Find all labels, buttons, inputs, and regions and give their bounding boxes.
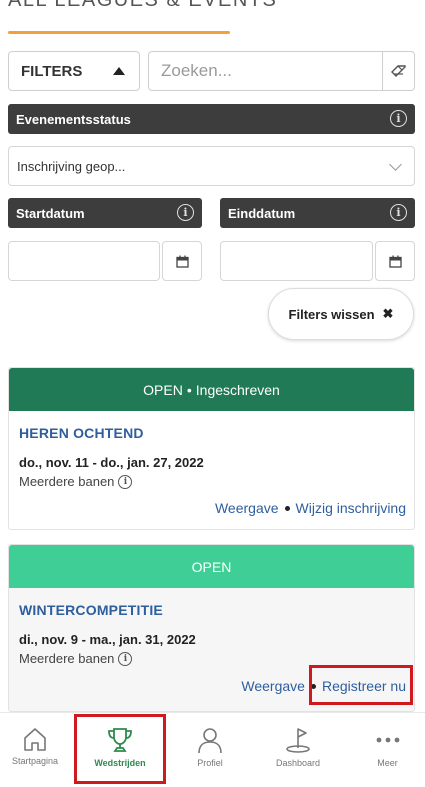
end-date-label-bar: Einddatum i [220, 198, 415, 228]
event-title[interactable]: WINTERCOMPETITIE [19, 602, 404, 618]
nav-label: Startpagina [11, 756, 59, 766]
end-date-input[interactable] [220, 241, 373, 281]
edit-registration-link[interactable]: Wijzig inschrijving [296, 500, 406, 516]
event-courses-text: Meerdere banen [19, 651, 115, 666]
start-date-input[interactable] [8, 241, 160, 281]
golf-flag-icon [286, 728, 310, 753]
event-status-value: Inschrijving geop... [17, 158, 126, 174]
event-courses: Meerdere banen i [19, 474, 404, 489]
nav-item-dashboard[interactable]: Dashboard [258, 713, 338, 787]
info-icon[interactable]: i [118, 474, 133, 489]
view-link[interactable]: Weergave [215, 500, 279, 516]
info-icon[interactable]: i [118, 651, 133, 666]
nav-label: Dashboard [275, 758, 321, 768]
event-status-select[interactable]: Inschrijving geop... [8, 146, 415, 186]
end-date-calendar-button[interactable] [375, 241, 415, 281]
event-dates: do., nov. 11 - do., jan. 27, 2022 [19, 455, 204, 470]
info-icon[interactable]: i [177, 204, 194, 221]
clear-filters-button[interactable]: Filters wissen ✖ [268, 288, 414, 340]
start-date-label: Startdatum [16, 205, 85, 221]
search-box [148, 51, 415, 91]
info-icon[interactable]: i [390, 204, 407, 221]
event-actions: Weergave Wijzig inschrijving [215, 500, 406, 516]
nav-item-startpagina[interactable]: Startpagina [0, 713, 70, 787]
start-date-calendar-button[interactable] [162, 241, 202, 281]
event-courses: Meerdere banen i [19, 651, 404, 666]
event-courses-text: Meerdere banen [19, 474, 115, 489]
bullet: • [186, 381, 192, 398]
event-status-text: OPEN [143, 381, 183, 398]
bullet [284, 505, 290, 511]
more-dots-icon [376, 737, 399, 743]
calendar-icon [175, 255, 189, 268]
event-status-banner: OPEN • Ingeschreven [9, 368, 414, 411]
event-card: OPEN • Ingeschreven HEREN OCHTEND do., n… [8, 367, 415, 530]
info-icon[interactable]: i [390, 110, 407, 127]
start-date-label-bar: Startdatum i [8, 198, 202, 228]
clear-filters-label: Filters wissen [288, 306, 375, 322]
event-card-body: HEREN OCHTEND do., nov. 11 - do., jan. 2… [9, 411, 414, 489]
view-link[interactable]: Weergave [241, 678, 305, 694]
close-icon: ✖ [382, 306, 394, 321]
bottom-navigation: Startpagina Wedstrijden Profiel Dashboar… [0, 712, 425, 787]
highlight-box-register [309, 665, 413, 705]
search-input[interactable] [149, 52, 382, 90]
page-title: ALL LEAGUES & EVENTS [8, 0, 278, 11]
page-header: ALL LEAGUES & EVENTS [0, 0, 425, 40]
home-icon [24, 728, 46, 751]
event-registration-status: Ingeschreven [195, 381, 280, 398]
event-title[interactable]: HEREN OCHTEND [19, 425, 404, 441]
event-dates: di., nov. 9 - ma., jan. 31, 2022 [19, 632, 196, 647]
eraser-icon [390, 65, 406, 77]
chevron-down-icon [389, 158, 402, 171]
event-status-text: OPEN [191, 558, 232, 575]
event-status-banner: OPEN [9, 545, 414, 588]
nav-item-profiel[interactable]: Profiel [172, 713, 248, 787]
nav-label: Profiel [197, 758, 223, 768]
end-date-label: Einddatum [228, 205, 296, 221]
caret-up-icon [113, 67, 125, 75]
title-underline [8, 31, 230, 34]
event-card-body: WINTERCOMPETITIE di., nov. 9 - ma., jan.… [9, 588, 414, 666]
calendar-icon [388, 255, 402, 268]
event-status-label-bar: Evenementsstatus i [8, 104, 415, 134]
highlight-box-wedstrijden [74, 714, 166, 784]
person-icon [198, 728, 222, 754]
nav-item-meer[interactable]: Meer [350, 713, 425, 787]
eraser-button[interactable] [382, 52, 414, 90]
nav-label: Meer [377, 758, 398, 768]
filters-toggle-button[interactable]: FILTERS [8, 51, 140, 91]
filters-toggle-label: FILTERS [21, 62, 83, 80]
event-status-label: Evenementsstatus [16, 111, 131, 127]
